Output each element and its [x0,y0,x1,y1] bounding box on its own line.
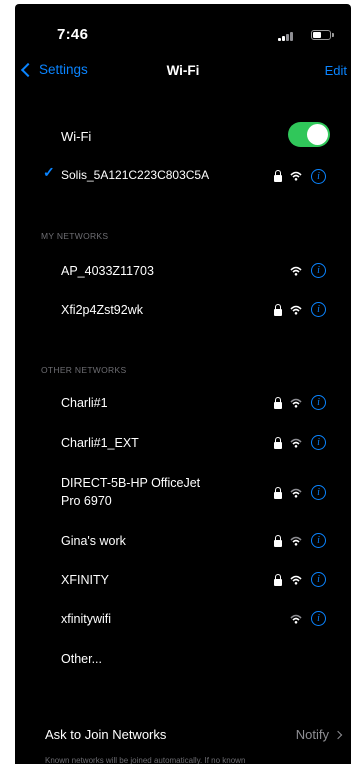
lock-icon [274,304,282,317]
lock-icon [274,574,282,587]
edit-button[interactable]: Edit [325,63,347,78]
wifi-icon [290,614,302,624]
checkmark-icon: ✓ [43,164,55,180]
ask-to-join-value: Notify [295,727,329,742]
network-name: DIRECT-5B-HP OfficeJet [61,476,201,490]
chevron-right-icon [333,730,343,739]
info-icon[interactable]: i [311,435,326,450]
lock-icon [274,535,282,548]
wifi-icon [290,488,302,498]
network-name-line2: Pro 6970 [61,494,112,508]
network-name: AP_4033Z11703 [61,264,154,278]
page-title: Wi-Fi [166,63,200,78]
network-name: Charli#1_EXT [61,436,139,450]
battery-icon [311,30,334,40]
status-time: 7:46 [57,26,89,43]
info-icon[interactable]: i [311,169,326,184]
lock-icon [274,170,282,183]
lock-icon [274,487,282,500]
network-name: Gina's work [61,534,126,548]
connected-network-name: Solis_5A121C223C803C5A [61,168,210,182]
lock-icon [274,397,282,410]
wifi-icon [290,536,302,546]
info-icon[interactable]: i [311,395,326,410]
info-icon[interactable]: i [311,611,326,626]
wifi-toggle[interactable] [288,122,330,147]
network-name: xfinitywifi [61,612,112,626]
info-icon[interactable]: i [311,302,326,317]
lock-icon [274,437,282,450]
info-icon[interactable]: i [311,263,326,278]
my-networks-header: MY NETWORKS [41,231,109,241]
wifi-icon [290,438,302,448]
network-name: Charli#1 [61,396,108,410]
ask-to-join-setting[interactable]: Notify [295,727,343,742]
wifi-settings-screen: 7:46 Settings Wi-Fi Edit Wi-Fi ✓ Solis_5… [15,4,351,764]
wifi-icon [290,266,302,276]
info-icon[interactable]: i [311,572,326,587]
wifi-toggle-label: Wi-Fi [61,129,92,144]
network-name: XFINITY [61,573,109,587]
ask-to-join-label: Ask to Join Networks [45,727,167,742]
info-icon[interactable]: i [311,485,326,500]
toggle-knob [307,124,328,145]
wifi-icon [290,398,302,408]
other-networks-header: OTHER NETWORKS [41,365,127,375]
phone-frame: 7:46 Settings Wi-Fi Edit Wi-Fi ✓ Solis_5… [0,0,353,764]
other-network-button[interactable]: Other... [61,650,102,668]
footnote: Known networks will be joined automatica… [45,756,246,764]
wifi-icon [290,575,302,585]
info-icon[interactable]: i [311,533,326,548]
cellular-signal-icon [278,32,296,41]
wifi-icon [290,171,302,181]
network-name: Xfi2p4Zst92wk [61,303,143,317]
wifi-icon [290,305,302,315]
